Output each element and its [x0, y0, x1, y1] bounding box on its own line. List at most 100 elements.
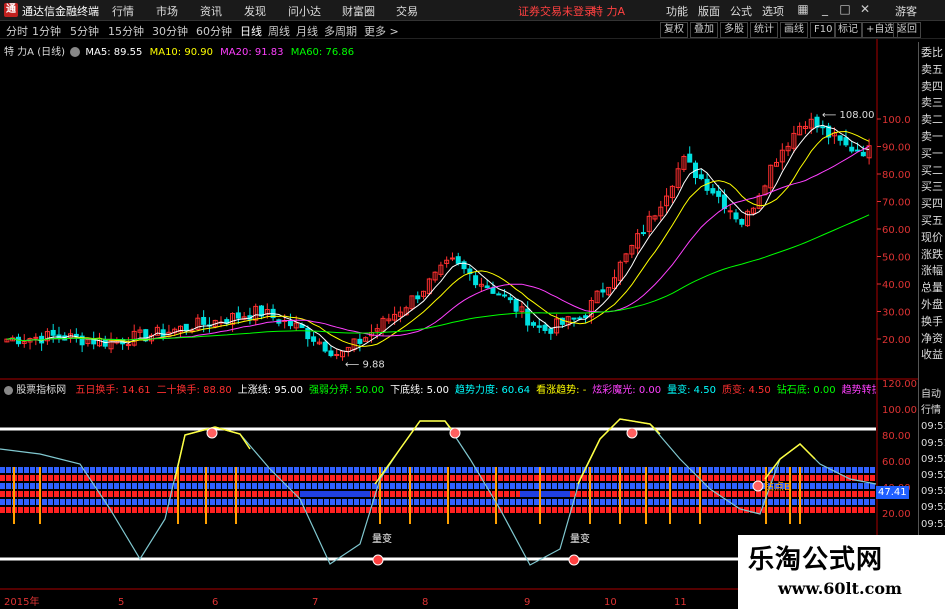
side-panel-item[interactable]: 买五: [921, 214, 945, 228]
side-panel-item[interactable]: 委比: [921, 46, 945, 60]
guest-label[interactable]: 游客: [895, 3, 917, 19]
signal-band-cell: [342, 483, 347, 489]
close-icon[interactable]: ✕: [858, 2, 872, 16]
side-panel-item[interactable]: 换手: [921, 315, 945, 329]
menu-wenxiaoda[interactable]: 问小达: [288, 3, 321, 19]
side-panel-item[interactable]: 自动: [921, 388, 945, 402]
formula-button[interactable]: 公式: [730, 3, 752, 19]
fuquan-button[interactable]: 复权: [660, 22, 688, 38]
period-monthly[interactable]: 月线: [296, 23, 318, 39]
side-panel-item[interactable]: 现价: [921, 231, 945, 245]
signal-band-cell: [528, 475, 533, 481]
signal-band-cell: [702, 467, 707, 473]
side-panel-item[interactable]: 买四: [921, 197, 945, 211]
menu-shichang[interactable]: 市场: [156, 3, 178, 19]
side-panel-item[interactable]: 卖三: [921, 96, 945, 110]
side-panel-item[interactable]: 卖五: [921, 63, 945, 77]
period-60min[interactable]: 60分钟: [196, 23, 232, 39]
f10-button[interactable]: F10: [810, 22, 837, 38]
signal-band-cell: [744, 475, 749, 481]
signal-band-cell: [504, 507, 509, 513]
signal-band-cell: [816, 491, 821, 497]
chart-area[interactable]: 100.0 90.00 80.00 70.00 60.00 50.00 40.00 30.00…: [0, 39, 918, 609]
menu-jiaoyi[interactable]: 交易: [396, 3, 418, 19]
signal-band-cell: [750, 475, 755, 481]
signal-band-cell: [834, 491, 839, 497]
side-panel-item[interactable]: 收益: [921, 348, 945, 362]
side-panel-item[interactable]: 外盘: [921, 298, 945, 312]
side-panel-item[interactable]: 买一: [921, 147, 945, 161]
signal-band-cell: [498, 499, 503, 505]
menu-zixun[interactable]: 资讯: [200, 3, 222, 19]
signal-band-cell: [672, 499, 677, 505]
side-panel-item[interactable]: 卖二: [921, 113, 945, 127]
signal-band-cell: [366, 483, 371, 489]
signal-band-cell: [708, 507, 713, 513]
signal-band-cell: [708, 475, 713, 481]
side-panel-item[interactable]: 总量: [921, 281, 945, 295]
signal-band-cell: [426, 499, 431, 505]
function-button[interactable]: 功能: [666, 3, 688, 19]
signal-band-cell: [774, 499, 779, 505]
signal-band-cell: [192, 475, 197, 481]
grid-icon[interactable]: ▦: [796, 2, 810, 16]
signal-band-cell: [624, 475, 629, 481]
layout-button[interactable]: 版面: [698, 3, 720, 19]
indicator-name[interactable]: 股票指标网: [16, 385, 66, 396]
trade-login-notice[interactable]: 证券交易未登录: [518, 3, 595, 19]
period-30min[interactable]: 30分钟: [152, 23, 188, 39]
draw-line-button[interactable]: 画线: [780, 22, 808, 38]
side-panel-item[interactable]: 卖一: [921, 130, 945, 144]
candle-body: [687, 153, 693, 163]
side-panel-item[interactable]: 涨幅: [921, 264, 945, 278]
signal-band-cell: [300, 467, 305, 473]
side-panel-item[interactable]: 行情: [921, 404, 945, 418]
signal-band-cell: [222, 491, 227, 497]
signal-band-cell: [312, 507, 317, 513]
period-daily[interactable]: 日线: [240, 23, 262, 39]
minimize-icon[interactable]: _: [818, 2, 832, 16]
signal-band-cell: [192, 507, 197, 513]
signal-band-cell: [114, 491, 119, 497]
overlay-button[interactable]: 叠加: [690, 22, 718, 38]
signal-band-cell: [78, 475, 83, 481]
period-more[interactable]: 更多 >: [364, 23, 399, 39]
period-fenshi[interactable]: 分时: [6, 23, 28, 39]
side-panel-item[interactable]: 净资: [921, 332, 945, 346]
signal-band-cell: [180, 507, 185, 513]
menu-faxian[interactable]: 发现: [244, 3, 266, 19]
mark-button[interactable]: 标记: [834, 22, 862, 38]
side-panel-item[interactable]: 涨跌: [921, 248, 945, 262]
side-panel-item[interactable]: 卖四: [921, 80, 945, 94]
signal-band-cell: [522, 475, 527, 481]
signal-band-cell: [504, 467, 509, 473]
settings-icon[interactable]: [70, 47, 81, 57]
options-button[interactable]: 选项: [762, 3, 784, 19]
signal-band-cell: [600, 483, 605, 489]
side-panel-item[interactable]: 买二: [921, 164, 945, 178]
period-multi[interactable]: 多周期: [324, 23, 357, 39]
menu-hangqing[interactable]: 行情: [112, 3, 134, 19]
signal-band-cell: [276, 467, 281, 473]
signal-band-cell: [288, 475, 293, 481]
stats-button[interactable]: 统计: [750, 22, 778, 38]
back-button[interactable]: 返回: [893, 22, 921, 38]
signal-band-cell: [636, 483, 641, 489]
multi-stock-button[interactable]: 多股: [720, 22, 748, 38]
menu-caifuquan[interactable]: 财富圈: [342, 3, 375, 19]
period-weekly[interactable]: 周线: [268, 23, 290, 39]
candle-body: [305, 327, 311, 340]
maximize-icon[interactable]: □: [838, 2, 852, 16]
period-5min[interactable]: 5分钟: [70, 23, 99, 39]
signal-band-cell: [342, 475, 347, 481]
signal-band-cell: [180, 483, 185, 489]
signal-band-cell: [354, 475, 359, 481]
period-15min[interactable]: 15分钟: [108, 23, 144, 39]
signal-band-cell: [672, 467, 677, 473]
period-1min[interactable]: 1分钟: [32, 23, 61, 39]
signal-band-cell: [420, 475, 425, 481]
signal-band-cell: [390, 507, 395, 513]
side-panel-item[interactable]: 买三: [921, 180, 945, 194]
price-tick-label: 60.00: [882, 225, 911, 236]
indicator-settings-icon[interactable]: [4, 385, 13, 395]
